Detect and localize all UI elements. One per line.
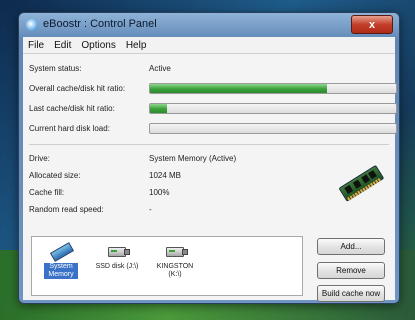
hard-disk-load-bar — [149, 123, 397, 134]
drive-item-system-memory[interactable]: System Memory — [44, 241, 78, 279]
drive-label-system: System — [49, 263, 73, 270]
drive-item-kingston[interactable]: KINGSTON (K:\) — [150, 241, 200, 279]
app-icon — [26, 19, 38, 31]
random-read-speed-label: Random read speed: — [29, 205, 104, 214]
menu-options[interactable]: Options — [76, 40, 120, 51]
drive-list: System Memory SSD disk (J:\) KINGSTON (K… — [31, 236, 303, 296]
last-hit-ratio-fill — [150, 104, 168, 113]
close-button[interactable]: x — [351, 15, 393, 34]
drive-label: Drive: — [29, 154, 50, 163]
system-status-label: System status: — [29, 64, 82, 73]
hard-disk-load-label: Current hard disk load: — [29, 124, 110, 133]
memory-module-icon — [336, 163, 385, 204]
usb-drive-icon — [163, 241, 188, 261]
drive-label-kingston-letter: (K:\) — [168, 271, 182, 278]
drive-value: System Memory (Active) — [149, 154, 237, 163]
panel-content: System status: Active Overall cache/disk… — [23, 53, 397, 302]
remove-button[interactable]: Remove — [317, 262, 385, 279]
last-hit-ratio-bar — [149, 103, 397, 114]
window-title: eBoostr : Control Panel — [43, 18, 157, 30]
drive-label-ssd: SSD disk (J:\) — [95, 263, 139, 270]
menu-file[interactable]: File — [23, 40, 49, 51]
allocated-size-label: Allocated size: — [29, 171, 81, 180]
divider — [29, 144, 389, 145]
cache-fill-label: Cache fill: — [29, 188, 65, 197]
system-status-value: Active — [149, 64, 171, 73]
last-hit-ratio-label: Last cache/disk hit ratio: — [29, 104, 115, 113]
menu-edit[interactable]: Edit — [49, 40, 76, 51]
overall-hit-ratio-bar — [149, 83, 397, 94]
build-cache-button[interactable]: Build cache now — [317, 285, 385, 302]
menu-bar: File Edit Options Help — [23, 37, 395, 53]
add-button[interactable]: Add... — [317, 238, 385, 255]
random-read-speed-value: - — [149, 205, 152, 214]
usb-drive-icon — [105, 241, 130, 261]
close-icon: x — [368, 18, 376, 31]
menu-help[interactable]: Help — [121, 40, 152, 51]
drive-label-kingston: KINGSTON — [156, 263, 194, 270]
overall-hit-ratio-label: Overall cache/disk hit ratio: — [29, 84, 126, 93]
control-panel-window: eBoostr : Control Panel x File Edit Opti… — [18, 12, 400, 304]
cache-fill-value: 100% — [149, 188, 170, 197]
drive-label-memory: Memory — [48, 271, 74, 278]
overall-hit-ratio-fill — [150, 84, 328, 93]
title-bar[interactable]: eBoostr : Control Panel x — [19, 13, 399, 37]
allocated-size-value: 1024 MB — [149, 171, 182, 180]
drive-item-ssd[interactable]: SSD disk (J:\) — [88, 241, 146, 271]
ram-icon — [49, 241, 75, 262]
